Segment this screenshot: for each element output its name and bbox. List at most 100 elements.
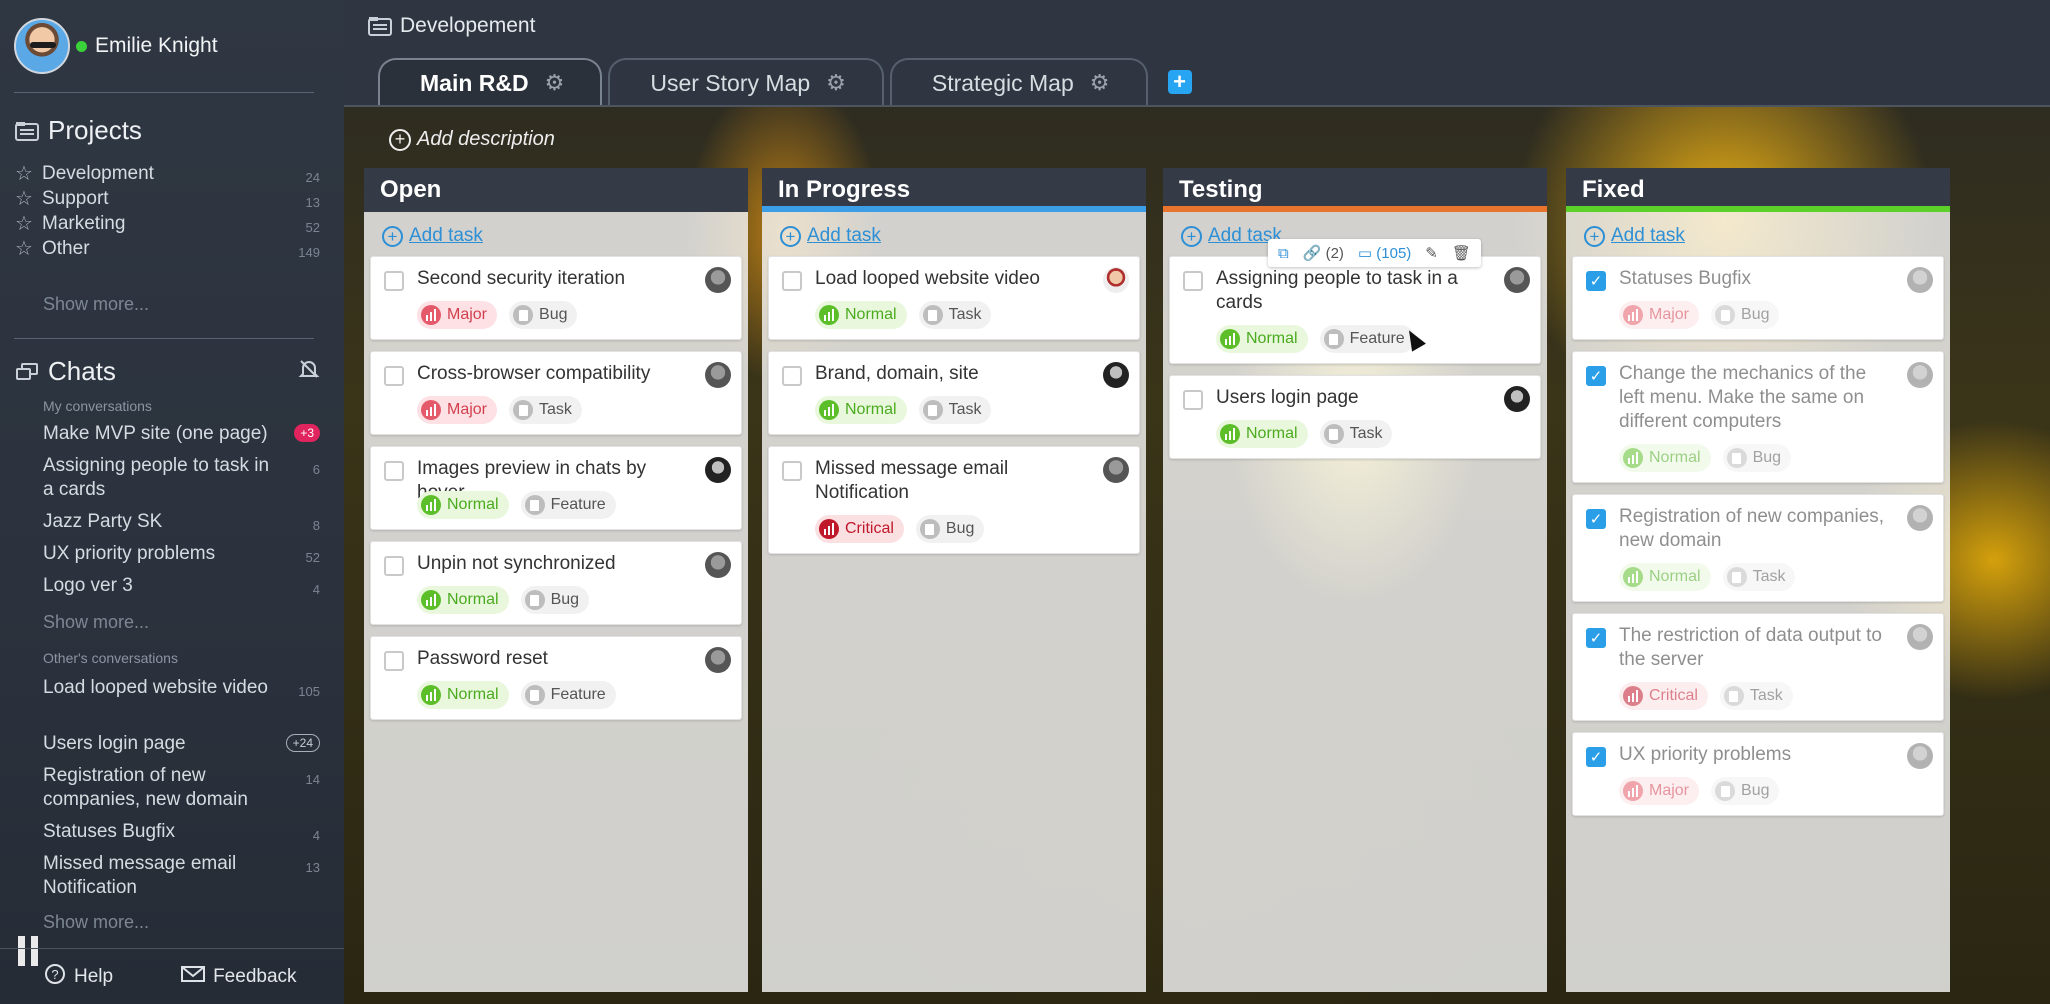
task-checkbox[interactable]: ✓ (1586, 509, 1606, 529)
assignee-avatar[interactable] (705, 362, 731, 388)
external-link-icon[interactable]: ⧉ (1278, 245, 1289, 262)
star-icon[interactable]: ☆ (14, 212, 34, 236)
assignee-avatar[interactable] (705, 267, 731, 293)
chat-item[interactable]: UX priority problems 52 (14, 542, 320, 574)
priority-badge[interactable]: Normal (815, 301, 907, 329)
task-card[interactable]: Images preview in chats by hoverNormalFe… (370, 446, 742, 530)
comments-count[interactable]: ▭ (105) (1358, 244, 1411, 262)
chat-item[interactable]: Make MVP site (one page) +3 (14, 422, 320, 454)
gear-icon[interactable]: ⚙ (545, 70, 565, 96)
priority-badge[interactable]: Normal (1216, 325, 1308, 353)
type-badge[interactable]: Bug (509, 301, 578, 329)
project-item[interactable]: ☆ Development 24 (14, 162, 320, 187)
project-item[interactable]: ☆ Other 149 (14, 237, 320, 262)
gear-icon[interactable]: ⚙ (1090, 70, 1110, 96)
priority-badge[interactable]: Major (417, 396, 498, 424)
type-badge[interactable]: Bug (915, 515, 985, 543)
task-checkbox[interactable] (782, 366, 802, 386)
task-checkbox[interactable] (384, 271, 404, 291)
type-badge[interactable]: Task (1319, 420, 1393, 448)
type-badge[interactable]: Task (509, 396, 582, 424)
type-badge[interactable]: Bug (1722, 444, 1792, 472)
chat-item[interactable]: Missed message email Notification 13 (14, 852, 320, 908)
task-card[interactable]: Cross-browser compatibility Major Task (370, 351, 742, 435)
priority-badge[interactable]: Normal (815, 396, 907, 424)
task-checkbox[interactable] (1183, 271, 1203, 291)
priority-badge[interactable]: Normal (417, 491, 509, 519)
chat-item[interactable]: Load looped website video 105 (14, 676, 320, 732)
priority-badge[interactable]: Normal (417, 681, 509, 709)
task-card[interactable]: Unpin not synchronized Normal Bug (370, 541, 742, 625)
star-icon[interactable]: ☆ (14, 237, 34, 261)
task-card[interactable]: Missed message email Notification Critica… (768, 446, 1140, 554)
star-icon[interactable]: ☆ (14, 187, 34, 211)
task-card[interactable]: Load looped website video Normal Task (768, 256, 1140, 340)
chat-item[interactable]: Statuses Bugfix 4 (14, 820, 320, 852)
chat-item[interactable]: Registration of new companies, new domai… (14, 764, 320, 820)
project-item[interactable]: ☆ Support 13 (14, 187, 320, 212)
assignee-avatar[interactable] (1504, 267, 1530, 293)
avatar[interactable] (14, 18, 70, 74)
others-conversations-show-more[interactable]: Show more... (43, 912, 149, 933)
task-checkbox[interactable] (384, 366, 404, 386)
assignee-avatar[interactable] (1103, 362, 1129, 388)
edit-icon[interactable]: ✎ (1425, 244, 1438, 262)
assignee-avatar[interactable] (1907, 267, 1933, 293)
task-checkbox[interactable] (384, 556, 404, 576)
task-checkbox[interactable]: ✓ (1586, 271, 1606, 291)
priority-badge[interactable]: Normal (1619, 563, 1711, 591)
assignee-avatar[interactable] (1504, 386, 1530, 412)
assignee-avatar[interactable] (705, 457, 731, 483)
task-checkbox[interactable]: ✓ (1586, 366, 1606, 386)
add-tab-button[interactable]: + (1167, 69, 1192, 94)
priority-badge[interactable]: Major (417, 301, 498, 329)
trash-icon[interactable]: 🗑 (1452, 244, 1471, 262)
assignee-avatar[interactable] (1907, 505, 1933, 531)
add-description-button[interactable]: + Add description (389, 128, 555, 151)
assignee-avatar[interactable] (1907, 624, 1933, 650)
task-card[interactable]: Brand, domain, site Normal Task (768, 351, 1140, 435)
task-card[interactable]: Password reset Normal Feature (370, 636, 742, 720)
assignee-avatar[interactable] (1103, 457, 1129, 483)
task-checkbox[interactable] (1183, 390, 1203, 410)
type-badge[interactable]: Task (918, 301, 992, 329)
gear-icon[interactable]: ⚙ (826, 70, 846, 96)
projects-show-more[interactable]: Show more... (43, 294, 149, 315)
star-icon[interactable]: ☆ (14, 162, 34, 186)
chats-heading[interactable]: Chats (14, 356, 320, 387)
type-badge[interactable]: Task (918, 396, 992, 424)
type-badge[interactable]: Bug (520, 586, 590, 614)
tab-user-story-map[interactable]: User Story Map ⚙ (608, 58, 884, 106)
task-checkbox[interactable] (384, 461, 404, 481)
priority-badge[interactable]: Normal (417, 586, 509, 614)
task-checkbox[interactable]: ✓ (1586, 628, 1606, 648)
task-card[interactable]: Assigning people to task in a cards Norma… (1169, 256, 1541, 364)
priority-badge[interactable]: Major (1619, 777, 1700, 805)
task-checkbox[interactable] (782, 271, 802, 291)
type-badge[interactable]: Task (1719, 682, 1793, 710)
feedback-button[interactable]: Feedback (181, 965, 297, 989)
priority-badge[interactable]: Critical (815, 515, 904, 543)
add-task-button[interactable]: + Add task (780, 224, 1146, 248)
task-card[interactable]: ✓ Statuses Bugfix Major Bug (1572, 256, 1944, 340)
project-item[interactable]: ☆ Marketing 52 (14, 212, 320, 237)
task-checkbox[interactable] (384, 651, 404, 671)
task-card[interactable]: Users login page Normal Task (1169, 375, 1541, 459)
assignee-avatar[interactable] (705, 647, 731, 673)
help-button[interactable]: ? Help (44, 963, 113, 991)
notifications-off-icon[interactable] (298, 356, 320, 387)
type-badge[interactable]: Task (1722, 563, 1796, 591)
priority-badge[interactable]: Normal (1619, 444, 1711, 472)
add-task-button[interactable]: + Add task (1584, 224, 1950, 248)
links-count[interactable]: 🔗 (2) (1303, 244, 1344, 262)
chat-item[interactable]: Logo ver 3 4 (14, 574, 320, 606)
task-card[interactable]: ✓ The restriction of data output to the s… (1572, 613, 1944, 721)
chat-item[interactable]: Jazz Party SK 8 (14, 510, 320, 542)
type-badge[interactable]: Bug (1711, 777, 1780, 805)
type-badge[interactable]: Bug (1711, 301, 1780, 329)
task-card[interactable]: ✓ UX priority problems Major Bug (1572, 732, 1944, 816)
assignee-avatar[interactable] (1103, 267, 1129, 293)
assignee-avatar[interactable] (1907, 362, 1933, 388)
chat-item[interactable]: Users login page +24 (14, 732, 320, 764)
chat-item[interactable]: Assigning people to task in a cards 6 (14, 454, 320, 510)
